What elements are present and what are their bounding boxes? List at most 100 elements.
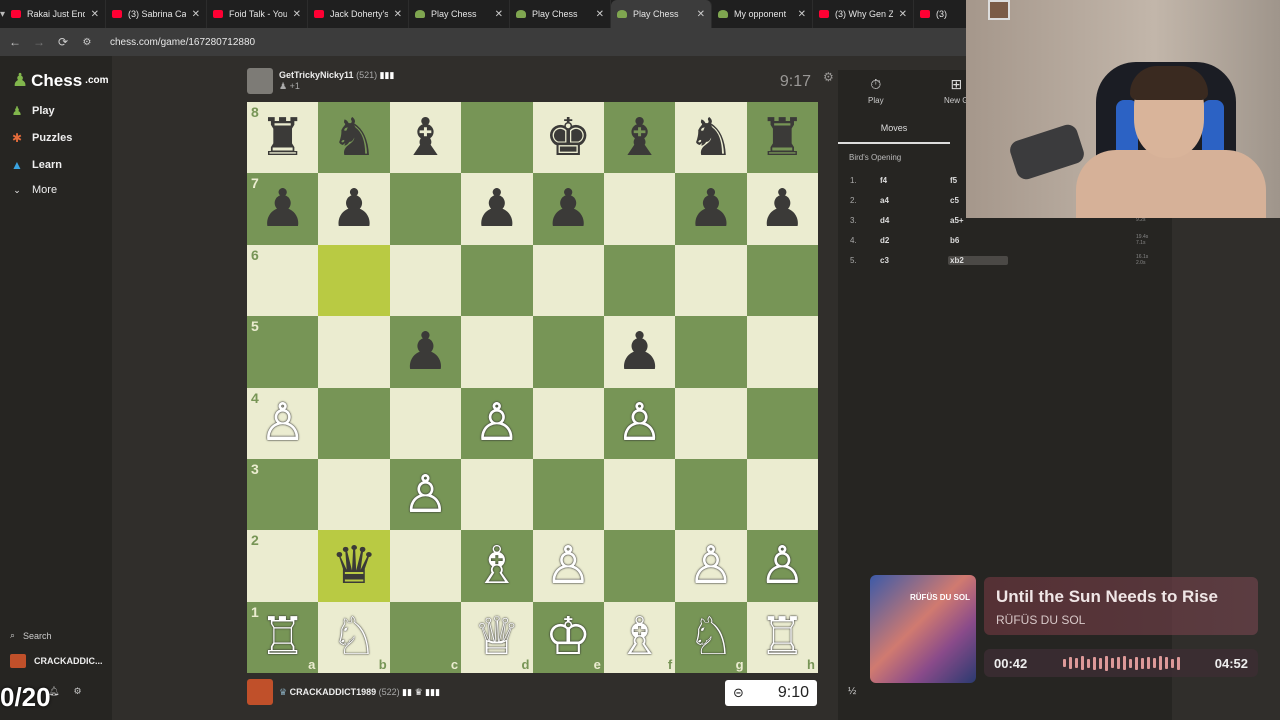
square-f7[interactable] — [603, 173, 676, 245]
sidebar-item-play[interactable]: ♟ Play — [10, 104, 55, 118]
square-f6[interactable] — [603, 244, 676, 317]
top-player-name[interactable]: GetTrickyNicky11 — [279, 70, 354, 80]
square-a1[interactable]: 1 a ♖ — [247, 601, 319, 673]
white-move[interactable]: d4 — [876, 216, 948, 225]
url-text[interactable]: chess.com/game/167280712880 — [110, 37, 255, 48]
square-e1[interactable]: e ♔ — [532, 601, 604, 673]
square-b3[interactable] — [318, 458, 390, 531]
square-c2[interactable] — [389, 530, 462, 602]
black-rook-icon[interactable]: ♜ — [759, 112, 806, 164]
sidebar-item-puzzles[interactable]: ✱ Puzzles — [10, 131, 72, 145]
white-rook-icon[interactable]: ♖ — [759, 611, 806, 663]
black-pawn-icon[interactable]: ♟ — [545, 183, 592, 235]
close-icon[interactable]: ✕ — [394, 9, 402, 20]
square-d4[interactable]: ♙ — [461, 387, 533, 459]
square-b4[interactable] — [318, 387, 390, 459]
white-move[interactable]: a4 — [876, 196, 948, 205]
square-a4[interactable]: 4 ♙ — [247, 387, 319, 459]
square-b6[interactable] — [318, 244, 390, 317]
close-icon[interactable]: ✕ — [798, 9, 806, 20]
square-e7[interactable]: ♟ — [532, 173, 604, 245]
square-f4[interactable]: ♙ — [603, 387, 676, 459]
square-f1[interactable]: f ♗ — [603, 601, 676, 673]
black-bishop-icon[interactable]: ♝ — [616, 112, 663, 164]
square-d1[interactable]: d ♕ — [461, 601, 533, 673]
tab-moves[interactable]: Moves — [838, 114, 950, 144]
white-pawn-icon[interactable]: ♙ — [545, 540, 592, 592]
square-g8[interactable]: ♞ — [675, 102, 747, 174]
reload-icon[interactable]: ⟳ — [56, 35, 70, 49]
tab-2[interactable]: Foid Talk - You ✕ — [207, 0, 309, 28]
bottom-player-avatar[interactable] — [247, 679, 273, 705]
square-e8[interactable]: ♚ — [532, 102, 604, 174]
white-knight-icon[interactable]: ♘ — [688, 611, 735, 663]
square-c1[interactable]: c — [389, 601, 462, 673]
square-h2[interactable]: ♙ — [746, 530, 818, 602]
square-f3[interactable] — [603, 458, 676, 531]
black-move[interactable]: b6 — [948, 236, 1008, 245]
black-pawn-icon[interactable]: ♟ — [688, 183, 735, 235]
square-e5[interactable] — [532, 316, 604, 388]
black-pawn-icon[interactable]: ♟ — [616, 326, 663, 378]
square-f5[interactable]: ♟ — [603, 316, 676, 388]
square-h3[interactable] — [746, 458, 818, 531]
tab-7[interactable]: My opponent ✕ — [712, 0, 814, 28]
square-a8[interactable]: 8 ♜ — [247, 102, 319, 174]
white-rook-icon[interactable]: ♖ — [259, 611, 306, 663]
sidebar-item-learn[interactable]: ▲ Learn — [10, 158, 62, 172]
tab-8[interactable]: (3) Why Gen Z ✕ — [813, 0, 915, 28]
white-queen-icon[interactable]: ♕ — [474, 611, 521, 663]
square-b5[interactable] — [318, 316, 390, 388]
black-pawn-icon[interactable]: ♟ — [259, 183, 306, 235]
white-king-icon[interactable]: ♔ — [545, 611, 592, 663]
square-h8[interactable]: ♜ — [746, 102, 818, 174]
bottom-player-name[interactable]: CRACKADDICT1989 — [290, 687, 377, 697]
forward-icon[interactable]: → — [32, 35, 46, 49]
white-pawn-icon[interactable]: ♙ — [402, 469, 449, 521]
square-c6[interactable] — [389, 244, 462, 317]
square-h4[interactable] — [746, 387, 818, 459]
square-h7[interactable]: ♟ — [746, 173, 818, 245]
square-h1[interactable]: h ♖ — [746, 601, 818, 673]
tab-1[interactable]: (3) Sabrina Car ✕ — [106, 0, 208, 28]
white-pawn-icon[interactable]: ♙ — [759, 540, 806, 592]
black-move[interactable]: xb2 — [948, 255, 1008, 265]
square-d7[interactable]: ♟ — [461, 173, 533, 245]
top-player-avatar[interactable] — [247, 68, 273, 94]
square-c7[interactable] — [389, 173, 462, 245]
board-settings-icon[interactable]: ⚙ — [823, 70, 834, 84]
square-h5[interactable] — [746, 316, 818, 388]
black-pawn-icon[interactable]: ♟ — [474, 183, 521, 235]
opening-name[interactable]: Bird's Opening — [849, 153, 901, 162]
square-c8[interactable]: ♝ — [389, 102, 462, 174]
chess-logo[interactable]: ♟ Chess .com — [12, 70, 109, 91]
black-king-icon[interactable]: ♚ — [545, 112, 592, 164]
square-d3[interactable] — [461, 458, 533, 531]
white-bishop-icon[interactable]: ♗ — [474, 540, 521, 592]
tab-6[interactable]: Play Chess ✕ — [611, 0, 713, 28]
white-move[interactable]: f4 — [876, 176, 948, 185]
square-a2[interactable]: 2 — [247, 530, 319, 602]
close-icon[interactable]: ✕ — [596, 9, 604, 20]
square-a6[interactable]: 6 — [247, 244, 319, 317]
white-bishop-icon[interactable]: ♗ — [616, 611, 663, 663]
black-queen-icon[interactable]: ♛ — [331, 540, 378, 592]
square-c3[interactable]: ♙ — [389, 458, 462, 531]
square-g6[interactable] — [675, 244, 747, 317]
black-pawn-icon[interactable]: ♟ — [331, 183, 378, 235]
white-move[interactable]: c3 — [876, 256, 948, 265]
square-h6[interactable] — [746, 244, 818, 317]
black-bishop-icon[interactable]: ♝ — [402, 112, 449, 164]
white-pawn-icon[interactable]: ♙ — [688, 540, 735, 592]
close-icon[interactable]: ✕ — [293, 9, 301, 20]
site-info-icon[interactable]: ⚙ — [80, 37, 94, 48]
close-icon[interactable]: ✕ — [697, 9, 705, 20]
square-f2[interactable] — [603, 530, 676, 602]
chess-board[interactable]: 8 ♜ ♞ ♝ ♚ ♝ ♞ ♜ 7 ♟ ♟ ♟ ♟ ♟ ♟ 6 5 ♟ ♟ 4 ♙ ♙ ♙ 3 ♙ 2 ♛ ♗ ♙ ♙ ♙ 1 a ♖ b ♘ c d ♕ e… — [247, 102, 818, 673]
square-d2[interactable]: ♗ — [461, 530, 533, 602]
tab-5[interactable]: Play Chess ✕ — [510, 0, 612, 28]
square-b8[interactable]: ♞ — [318, 102, 390, 174]
square-b1[interactable]: b ♘ — [318, 601, 390, 673]
square-g3[interactable] — [675, 458, 747, 531]
square-a3[interactable]: 3 — [247, 458, 319, 531]
